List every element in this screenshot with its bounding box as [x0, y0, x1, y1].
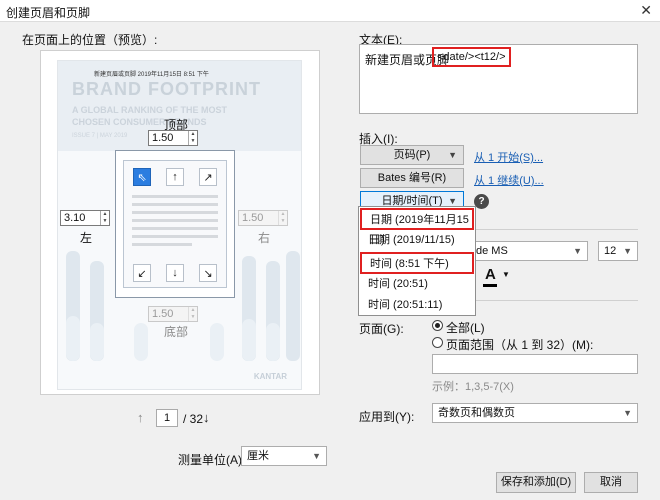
page-range-label: 页面范围（从 1 到 32）(M): — [446, 338, 594, 352]
menu-item-date-long[interactable]: 日期 (2019年11月15日) — [360, 208, 474, 246]
text-line — [132, 235, 218, 238]
doc-brand-title: BRAND FOOTPRINT — [72, 79, 261, 99]
apply-to-select[interactable]: 奇数页和偶数页 ▼ — [432, 403, 638, 423]
page-range-example: 示例：1,3,5-7(X) — [432, 381, 514, 393]
title-bar: 创建页眉和页脚 ✕ — [0, 0, 660, 22]
pages-label: 页面(G): — [359, 322, 404, 336]
font-family-value: de MS — [476, 245, 508, 257]
top-margin-value: 1.50 — [152, 132, 174, 144]
units-value: 厘米 — [247, 450, 269, 462]
top-margin-spinner[interactable]: 1.50 ▲ ▼ — [148, 130, 198, 146]
preview-header-text: 新建页眉或页脚 2019年11月15日 8:51 下午 — [94, 72, 209, 78]
font-family-select[interactable]: de MS ▼ — [470, 241, 588, 261]
spinner-arrows-icon[interactable]: ▲ ▼ — [188, 307, 197, 321]
left-margin-value: 3.10 — [64, 212, 86, 224]
font-size-value: 12 — [604, 245, 617, 257]
units-select[interactable]: 厘米 ▼ — [241, 446, 327, 466]
section-divider — [476, 300, 638, 301]
spinner-arrows-icon[interactable]: ▲ ▼ — [100, 211, 109, 225]
font-color-swatch — [483, 284, 497, 287]
left-margin-spinner[interactable]: 3.10 ▲ ▼ — [60, 210, 110, 226]
prev-page-icon[interactable]: ↑ — [137, 410, 144, 425]
chevron-down-icon[interactable]: ▼ — [502, 270, 510, 279]
doc-subtitle-1: A GLOBAL RANKING OF THE MOST — [72, 105, 227, 115]
chevron-down-icon: ▼ — [448, 150, 457, 160]
brush-handle — [66, 316, 80, 361]
bates-continue-link[interactable]: 从 1 继续(U)... — [474, 172, 544, 188]
chevron-down-icon: ▼ — [312, 451, 321, 461]
menu-item-date-short[interactable]: 日期 (2019/11/15) — [360, 230, 474, 252]
page-total: / 32 — [183, 412, 204, 426]
window-title: 创建页眉和页脚 — [6, 6, 91, 20]
chevron-down-icon: ▼ — [623, 246, 632, 256]
arrow-bottom-center-icon[interactable]: ↓ — [166, 264, 184, 282]
page-start-link[interactable]: 从 1 开始(S)... — [474, 149, 543, 165]
bates-button[interactable]: Bates 编号(R) — [360, 168, 464, 188]
datetime-menu: 日期 (2019年11月15日) 日期 (2019/11/15) 时间 (8:5… — [358, 206, 476, 316]
arrow-top-right-icon[interactable]: ↗ — [199, 168, 217, 186]
brush-handle — [266, 323, 280, 361]
font-color-icon[interactable]: A — [485, 266, 496, 283]
arrow-bottom-right-icon[interactable]: ↘ — [199, 264, 217, 282]
page-range-input[interactable] — [432, 354, 638, 374]
text-field-token: <date/><t12/> — [432, 47, 511, 67]
brush-image — [286, 251, 300, 361]
brush-handle — [90, 323, 104, 361]
doc-footer-brand: KANTAR — [253, 372, 287, 381]
apply-to-label: 应用到(Y): — [359, 410, 415, 424]
units-label: 测量单位(A): — [178, 453, 246, 467]
right-margin-value: 1.50 — [242, 212, 264, 224]
all-pages-label: 全部(L) — [446, 321, 485, 335]
text-line — [132, 227, 218, 230]
menu-item-time-12h[interactable]: 时间 (8:51 下午) — [360, 252, 474, 274]
chevron-down-icon: ▼ — [573, 246, 582, 256]
spinner-arrows-icon[interactable]: ▲ ▼ — [188, 131, 197, 145]
save-and-add-button[interactable]: 保存和添加(D) — [496, 472, 576, 493]
bates-button-label: Bates 编号(R) — [377, 172, 447, 184]
font-size-select[interactable]: 12 ▼ — [598, 241, 638, 261]
text-field[interactable]: 新建页眉或页脚 <date/><t12/> — [359, 44, 638, 114]
bottom-margin-spinner[interactable]: 1.50 ▲ ▼ — [148, 306, 198, 322]
help-icon[interactable]: ? — [474, 194, 489, 209]
arrow-top-left-icon[interactable]: ⇖ — [133, 168, 151, 186]
doc-issue: ISSUE 7 | MAY 2019 — [72, 133, 128, 139]
cancel-button[interactable]: 取消 — [584, 472, 638, 493]
section-divider — [476, 229, 638, 230]
arrow-bottom-left-icon[interactable]: ↙ — [133, 264, 151, 282]
bottom-margin-label: 底部 — [164, 325, 189, 339]
text-line — [132, 203, 218, 206]
right-margin-label: 右 — [258, 231, 271, 245]
page-number-button[interactable]: 页码(P) ▼ — [360, 145, 464, 165]
all-pages-radio[interactable] — [432, 320, 443, 331]
bottom-margin-value: 1.50 — [152, 308, 174, 320]
menu-item-time-24h-seconds[interactable]: 时间 (20:51:11) — [360, 295, 474, 317]
left-margin-label: 左 — [80, 231, 93, 245]
text-line — [132, 243, 192, 246]
chevron-down-icon: ▼ — [623, 408, 632, 418]
brush-handle — [242, 319, 256, 361]
menu-item-time-24h[interactable]: 时间 (20:51) — [360, 274, 474, 296]
spinner-arrows-icon[interactable]: ▲ ▼ — [278, 211, 287, 225]
apply-to-value: 奇数页和偶数页 — [438, 407, 515, 419]
right-margin-spinner[interactable]: 1.50 ▲ ▼ — [238, 210, 288, 226]
next-page-icon[interactable]: ↓ — [203, 410, 210, 425]
close-icon[interactable]: ✕ — [640, 2, 652, 19]
page-number-input[interactable]: 1 — [156, 409, 178, 427]
arrow-top-center-icon[interactable]: ↑ — [166, 168, 184, 186]
brush-handle — [210, 323, 224, 361]
text-line — [132, 219, 218, 222]
page-range-radio[interactable] — [432, 337, 443, 348]
text-line — [132, 195, 218, 198]
page-number-button-label: 页码(P) — [393, 149, 431, 161]
brush-handle — [134, 323, 148, 361]
preview-label: 在页面上的位置（预览）: — [22, 33, 158, 47]
text-line — [132, 211, 218, 214]
